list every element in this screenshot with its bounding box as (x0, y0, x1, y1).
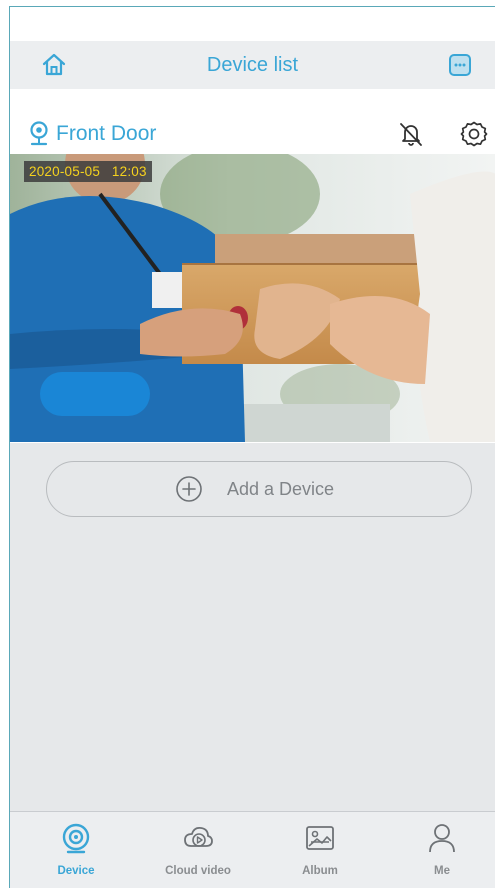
plus-circle-icon (176, 476, 202, 502)
device-name-row: Front Door (10, 119, 495, 149)
tab-cloud-video[interactable]: Cloud video (138, 812, 258, 888)
bell-off-icon[interactable] (396, 119, 426, 149)
camera-preview[interactable]: 2020-05-05 12:03 (10, 154, 495, 442)
video-timestamp: 2020-05-05 12:03 (24, 161, 152, 182)
tab-album-label: Album (302, 865, 338, 877)
header: Device list (10, 41, 495, 90)
status-bar (10, 7, 495, 41)
tab-cloud-video-label: Cloud video (165, 865, 231, 877)
add-device-button[interactable]: Add a Device (46, 461, 472, 517)
live-button[interactable] (40, 372, 150, 416)
cloud-play-icon (184, 826, 213, 847)
bottom-tab-bar: Device Cloud video Album Me (10, 811, 495, 888)
page-title: Device list (206, 54, 299, 76)
tab-me[interactable]: Me (382, 812, 495, 888)
message-icon[interactable] (446, 51, 474, 79)
add-device-label: Add a Device (227, 479, 335, 499)
tab-me-label: Me (434, 865, 450, 877)
gear-icon[interactable] (459, 119, 489, 149)
app-frame: Device list Front Door 2020-05-05 12:03 … (9, 6, 495, 888)
person-icon (429, 824, 455, 853)
tab-device-label: Device (57, 865, 95, 877)
device-name: Front Door (56, 122, 157, 145)
location-pin-icon (30, 121, 48, 146)
image-icon (306, 826, 334, 850)
camera-icon (62, 823, 90, 854)
device-card[interactable]: Front Door 2020-05-05 12:03 (10, 89, 495, 443)
tab-album[interactable]: Album (260, 812, 380, 888)
tab-device[interactable]: Device (16, 812, 136, 888)
